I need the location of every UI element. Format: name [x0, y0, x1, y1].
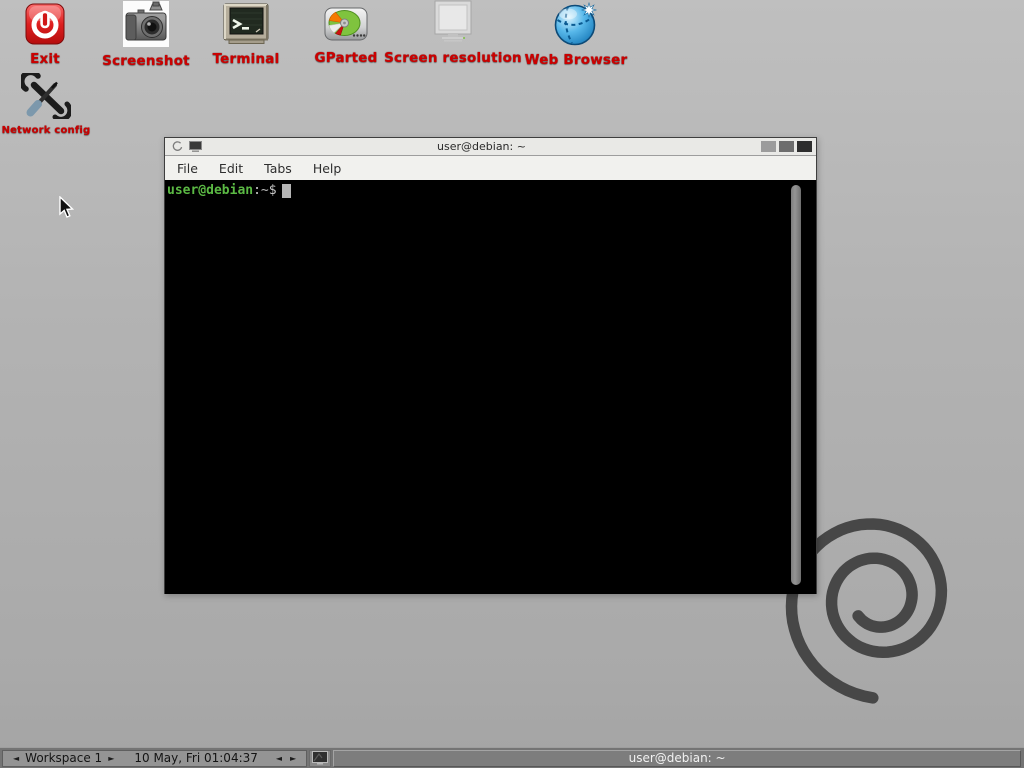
task-cycle-arrows: ◄ ► [272, 750, 300, 767]
pager-panel: ◄ Workspace 1 ► 10 May, Fri 01:04:37 ◄ ► [2, 750, 307, 767]
workspace-next-button[interactable]: ► [104, 750, 118, 767]
taskbar-window-icon[interactable] [309, 750, 331, 767]
icon-label: Network config [0, 125, 116, 136]
disk-partition-icon [323, 4, 369, 48]
menu-help[interactable]: Help [312, 159, 343, 178]
terminal-window: user@debian: ~ File Edit Tabs Help user@… [164, 137, 817, 594]
window-menubar: File Edit Tabs Help [165, 156, 816, 180]
desktop-icon-network-config[interactable]: Network config [0, 73, 116, 136]
menu-tabs[interactable]: Tabs [263, 159, 293, 178]
icon-label: Web Browser [506, 52, 646, 68]
tools-icon [21, 73, 71, 123]
debian-swirl-icon[interactable] [172, 141, 183, 152]
menu-file[interactable]: File [176, 159, 199, 178]
shell-prompt: user@debian:~$ [165, 180, 816, 198]
taskbar: ◄ Workspace 1 ► 10 May, Fri 01:04:37 ◄ ►… [0, 747, 1024, 768]
close-button[interactable] [797, 141, 812, 152]
window-title: user@debian: ~ [205, 140, 758, 153]
prompt-colon: : [253, 183, 261, 198]
minimize-button[interactable] [761, 141, 776, 152]
task-button-terminal[interactable]: user@debian: ~ [333, 750, 1021, 767]
terminal-cursor [282, 184, 291, 198]
prompt-path: ~ [261, 183, 269, 198]
desktop: Exit Screenshot [0, 0, 1024, 768]
icon-label: Screen resolution [383, 50, 523, 66]
task-prev-button[interactable]: ◄ [272, 750, 286, 767]
globe-icon [553, 2, 599, 50]
window-titlebar[interactable]: user@debian: ~ [165, 138, 816, 156]
clock: 10 May, Fri 01:04:37 [118, 751, 264, 765]
mouse-cursor [58, 196, 74, 220]
crt-terminal-icon [222, 3, 270, 49]
monitor-icon [430, 0, 476, 48]
terminal-content[interactable]: user@debian:~$ [165, 180, 816, 594]
menu-edit[interactable]: Edit [218, 159, 244, 178]
prompt-user-host: user@debian [167, 183, 253, 198]
prompt-symbol: $ [269, 183, 277, 198]
window-app-icon [189, 141, 202, 152]
maximize-button[interactable] [779, 141, 794, 152]
desktop-icon-web-browser[interactable]: Web Browser [506, 2, 646, 68]
workspace-label: Workspace 1 [23, 751, 104, 765]
workspace-prev-button[interactable]: ◄ [9, 750, 23, 767]
desktop-icon-screen-resolution[interactable]: Screen resolution [383, 0, 523, 66]
camera-icon [123, 1, 169, 51]
scrollbar-thumb[interactable] [791, 185, 801, 585]
task-next-button[interactable]: ► [286, 750, 300, 767]
power-icon [25, 3, 65, 49]
